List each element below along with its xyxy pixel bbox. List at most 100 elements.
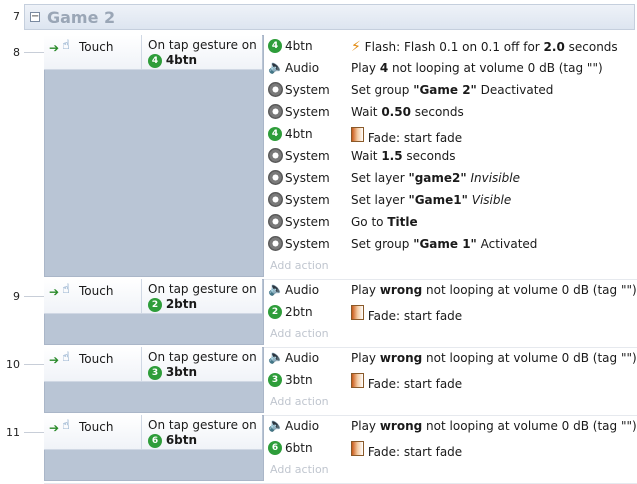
action-description: ⚡ Flash: Flash 0.1 on 0.1 off for 2.0 se… (351, 39, 618, 55)
condition-label: On tap gesture on (148, 38, 257, 52)
action-row[interactable]: System Set group "Game 2" Deactivated (266, 79, 636, 101)
add-action-link[interactable]: Add action (270, 395, 329, 408)
condition-object[interactable]: ➔ ☝ Touch (44, 347, 142, 381)
action-description: Play wrong not looping at volume 0 dB (t… (351, 283, 637, 297)
action-row[interactable]: 6 6btn Fade: start fade (266, 437, 636, 459)
action-text-part: Set group (351, 237, 414, 251)
condition-row[interactable]: ➔ ☝ Touch On tap gesture on 4 4btn (44, 35, 262, 70)
action-object-name: 4btn (285, 127, 313, 141)
action-text-part: 4 (379, 61, 389, 75)
action-description: Go to Title (351, 215, 418, 229)
condition-object[interactable]: ➔ ☝ Touch (44, 415, 142, 449)
condition-row[interactable]: ➔ ☝ Touch On tap gesture on 6 6btn (44, 415, 262, 450)
action-description: Play wrong not looping at volume 0 dB (t… (351, 351, 637, 365)
object-number-badge: 2 (268, 304, 284, 320)
actions-list: 🔈 Audio Play wrong not looping at volume 0… (266, 347, 637, 413)
row-number: 7 (13, 10, 20, 23)
action-text-part: 0.50 (381, 105, 411, 119)
gear-icon (268, 170, 284, 186)
condition-object-name: Touch (79, 420, 114, 434)
action-row[interactable]: 🔈 Audio Play wrong not looping at volume 0… (266, 347, 637, 369)
actions-list: 4 4btn ⚡ Flash: Flash 0.1 on 0.1 off for 2… (266, 35, 636, 277)
tree-connector (24, 432, 44, 433)
action-description: Play wrong not looping at volume 0 dB (t… (351, 419, 637, 433)
action-text-part: Play (351, 419, 380, 433)
action-description: Set group "Game 1" Activated (351, 237, 537, 251)
condition-label: On tap gesture on (148, 350, 257, 364)
event-block[interactable]: ➔ ☝ Touch On tap gesture on 2 2btn 🔈 Audio Play… (44, 279, 637, 345)
gear-icon (268, 148, 284, 164)
action-text-part: Visible (471, 193, 512, 207)
object-number-badge: 3 (268, 372, 284, 388)
condition-object[interactable]: ➔ ☝ Touch (44, 35, 142, 69)
trigger-arrow-icon: ➔ (49, 285, 60, 299)
speaker-icon: 🔈 (268, 418, 285, 433)
action-row[interactable]: 🔈 Audio Play wrong not looping at volume 0… (266, 415, 637, 437)
condition-text: On tap gesture on 2 2btn (148, 282, 257, 312)
action-object-name: System (285, 193, 330, 207)
actions-list: 🔈 Audio Play wrong not looping at volume 0… (266, 415, 637, 481)
action-object-name: Audio (285, 61, 320, 75)
action-row[interactable]: System Go to Title (266, 211, 636, 233)
action-text-part: not looping at volume 0 dB (tag "") (422, 351, 637, 365)
row-number: 11 (6, 426, 20, 439)
actions-list: 🔈 Audio Play wrong not looping at volume 0… (266, 279, 637, 345)
action-object-name: 4btn (285, 39, 313, 53)
action-description: Wait 0.50 seconds (351, 105, 464, 119)
action-row[interactable]: 🔈 Audio Play 4 not looping at volume 0 dB … (266, 57, 636, 79)
action-row[interactable]: 4 4btn Fade: start fade (266, 123, 636, 145)
add-action-link[interactable]: Add action (270, 327, 329, 340)
action-row[interactable]: System Set layer "Game1" Visible (266, 189, 636, 211)
flash-icon: ⚡ (351, 39, 361, 55)
fade-icon (351, 127, 364, 142)
action-row[interactable]: 🔈 Audio Play wrong not looping at volume 0… (266, 279, 637, 301)
condition-object-name: Touch (79, 284, 114, 298)
action-text-part: Activated (476, 237, 538, 251)
action-row[interactable]: System Set layer "game2" Invisible (266, 167, 636, 189)
action-row[interactable]: System Wait 1.5 seconds (266, 145, 636, 167)
condition-label: On tap gesture on (148, 418, 257, 432)
action-text-part: Invisible (470, 171, 520, 185)
action-text-part: 1.5 (381, 149, 403, 163)
action-row[interactable]: 2 2btn Fade: start fade (266, 301, 636, 323)
row-number: 10 (6, 358, 20, 371)
gear-icon (268, 82, 284, 98)
touch-hand-icon: ☝ (62, 418, 70, 433)
group-header-game-2[interactable]: − Game 2 (24, 4, 635, 30)
collapse-toggle-icon[interactable]: − (30, 12, 40, 22)
action-object-name: 3btn (285, 373, 313, 387)
tree-connector (24, 296, 44, 297)
touch-hand-icon: ☝ (62, 282, 70, 297)
condition-row[interactable]: ➔ ☝ Touch On tap gesture on 2 2btn (44, 279, 262, 314)
add-action-link[interactable]: Add action (270, 259, 329, 272)
event-block[interactable]: ➔ ☝ Touch On tap gesture on 3 3btn 🔈 Audio Play… (44, 347, 637, 413)
action-description: Fade: start fade (351, 441, 462, 459)
condition-row[interactable]: ➔ ☝ Touch On tap gesture on 3 3btn (44, 347, 262, 382)
action-object-name: 2btn (285, 305, 313, 319)
speaker-icon: 🔈 (268, 350, 285, 365)
object-number-badge: 6 (268, 440, 284, 456)
action-object-name: System (285, 83, 330, 97)
condition-target: 3btn (165, 365, 198, 379)
action-text-part: Wait (351, 149, 382, 163)
action-text-part: seconds (410, 105, 464, 119)
event-block[interactable]: ➔ ☝ Touch On tap gesture on 4 4btn 4 4btn ⚡ Fla… (44, 35, 636, 277)
action-row[interactable]: 4 4btn ⚡ Flash: Flash 0.1 on 0.1 off for 2… (266, 35, 636, 57)
action-row[interactable]: System Set group "Game 1" Activated (266, 233, 636, 255)
action-text-part: not looping at volume 0 dB (tag "") (422, 283, 637, 297)
trigger-arrow-icon: ➔ (49, 41, 60, 55)
action-text-part: Wait (351, 105, 382, 119)
speaker-icon: 🔈 (268, 60, 285, 75)
action-row[interactable]: 3 3btn Fade: start fade (266, 369, 636, 391)
condition-object[interactable]: ➔ ☝ Touch (44, 279, 142, 313)
condition-label: On tap gesture on (148, 282, 257, 296)
action-text-part: not looping at volume 0 dB (tag "") (388, 61, 603, 75)
action-description: Fade: start fade (351, 373, 462, 391)
group-title: Game 2 (47, 8, 116, 27)
action-row[interactable]: System Wait 0.50 seconds (266, 101, 636, 123)
action-description: Set group "Game 2" Deactivated (351, 83, 553, 97)
event-block[interactable]: ➔ ☝ Touch On tap gesture on 6 6btn 🔈 Audio Play… (44, 415, 637, 481)
add-action-link[interactable]: Add action (270, 463, 329, 476)
action-description: Set layer "game2" Invisible (351, 171, 520, 185)
action-text-part: Go to (351, 215, 388, 229)
